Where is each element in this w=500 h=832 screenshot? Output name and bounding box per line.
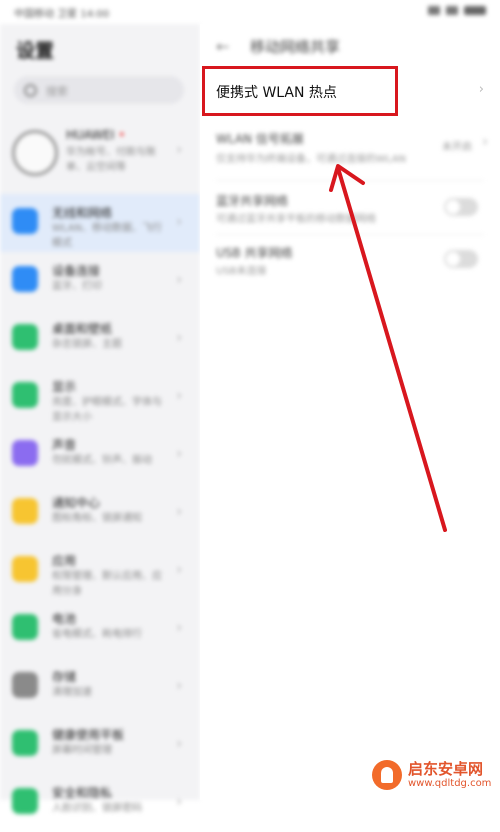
highlight-box (202, 66, 398, 116)
watermark-name: 启东安卓网 (408, 759, 484, 778)
status-icons (428, 6, 486, 15)
sidebar-item[interactable]: 显示亮度、护眼模式、字体与显示大小 › (0, 368, 200, 426)
sidebar-item-subtitle: 人脸识别、锁屏密码 (52, 803, 142, 814)
sidebar-item-subtitle: 蓝牙、打印 (52, 281, 102, 292)
back-arrow-icon[interactable]: ← (216, 37, 229, 56)
sidebar-item-subtitle: 权限管理、默认应用、应用分身 (52, 571, 162, 597)
battery-icon (464, 6, 486, 15)
sidebar-item[interactable]: 设备连接蓝牙、打印 › (0, 252, 200, 310)
row-title: USB 共享网络 (216, 246, 293, 260)
account-item[interactable]: HUAWEI • 华为帐号、付款与账单、云空间等 › (0, 120, 200, 186)
settings-category-icon (12, 672, 38, 698)
wifi-icon (446, 6, 458, 15)
sidebar-item[interactable]: 无线和网络 WLAN、移动数据、飞行模式 › (0, 194, 200, 252)
settings-category-icon (12, 440, 38, 466)
settings-category-icon (12, 614, 38, 640)
account-sub: 华为帐号、付款与账单、云空间等 (66, 147, 156, 173)
row-subtitle: USB未连接 (216, 266, 267, 277)
settings-category-icon (12, 730, 38, 756)
sidebar-item-title: 通知中心 (52, 496, 101, 510)
sidebar-item-subtitle: 图标角标、锁屏通知 (52, 513, 142, 524)
chevron-right-icon: › (176, 678, 182, 694)
chevron-right-icon: › (176, 794, 182, 810)
watermark-url: www.qdltdg.com (408, 777, 492, 789)
sidebar-item-title: 无线和网络 (52, 206, 113, 220)
settings-category-icon (12, 498, 38, 524)
chevron-right-icon: › (176, 504, 182, 520)
chevron-right-icon: › (176, 736, 182, 752)
sidebar-item[interactable]: 健康使用平板 屏幕时间管理 › (0, 716, 200, 774)
page-title: 设置 (16, 40, 55, 62)
row-value: 未开启 (442, 142, 472, 153)
sidebar-item-subtitle: 勿扰模式、铃声、振动 (52, 455, 152, 466)
sidebar-item[interactable]: 电池省电模式、耗电排行 › (0, 600, 200, 658)
chevron-right-icon: › (176, 446, 182, 462)
search-placeholder: 搜索 (46, 85, 68, 98)
sidebar-item[interactable]: 桌面和壁纸杂志锁屏、主题 › (0, 310, 200, 368)
sidebar-item[interactable]: 声音勿扰模式、铃声、振动 › (0, 426, 200, 484)
signal-icon (428, 6, 440, 15)
sidebar-item[interactable]: 应用权限管理、默认应用、应用分身 › (0, 542, 200, 600)
sidebar-item-subtitle: 屏幕时间管理 (52, 745, 112, 756)
status-bar: 中国移动 卫星 14:00 (0, 0, 500, 24)
detail-title: 移动网络共享 (250, 38, 341, 56)
settings-category-icon (12, 382, 38, 408)
search-input[interactable]: 搜索 (14, 76, 184, 104)
account-badge: • (118, 128, 126, 142)
row-subtitle: 可通过蓝牙共享平板的移动数据网络 (216, 214, 376, 225)
sidebar-item-title: 安全和隐私 (52, 786, 113, 800)
sidebar-item-title: 电池 (52, 612, 77, 626)
sidebar-item[interactable]: 安全和隐私人脸识别、锁屏密码 › (0, 774, 200, 832)
account-name: HUAWEI • (66, 128, 126, 142)
settings-category-icon (12, 324, 38, 350)
status-carrier: 中国移动 卫星 14:00 (14, 9, 110, 20)
chevron-right-icon: › (176, 272, 182, 288)
settings-category-icon (12, 556, 38, 582)
sidebar-item-title: 存储 (52, 670, 77, 684)
sidebar-item-title: 设备连接 (52, 264, 101, 278)
sidebar-item-subtitle: 杂志锁屏、主题 (52, 339, 122, 350)
usb-share-toggle[interactable] (444, 250, 478, 268)
sidebar-item-title: 健康使用平板 (52, 728, 125, 742)
sidebar-item-title: 显示 (52, 380, 77, 394)
bluetooth-share-row: 蓝牙共享网络 可通过蓝牙共享平板的移动数据网络 (200, 182, 500, 232)
watermark-logo-icon (372, 760, 402, 790)
chevron-right-icon: › (176, 562, 182, 578)
chevron-right-icon: › (482, 134, 488, 150)
sidebar-item-subtitle: 省电模式、耗电排行 (52, 629, 142, 640)
chevron-right-icon: › (478, 82, 484, 97)
detail-pane: ← 移动网络共享 便携式 WLAN 热点 › WLAN 信号拓展 仅支持华为终端… (200, 24, 500, 800)
settings-category-icon (12, 208, 38, 234)
sidebar-item-subtitle: WLAN、移动数据、飞行模式 (52, 223, 163, 249)
bluetooth-share-toggle[interactable] (444, 198, 478, 216)
sidebar-item[interactable]: 通知中心图标角标、锁屏通知 › (0, 484, 200, 542)
chevron-right-icon: › (176, 620, 182, 636)
settings-category-icon (12, 266, 38, 292)
sidebar-item-title: 声音 (52, 438, 77, 452)
settings-sidebar: 设置 搜索 HUAWEI • 华为帐号、付款与账单、云空间等 › 无线和网络 WL… (0, 24, 200, 814)
sidebar-item-subtitle: 清理加速 (52, 687, 92, 698)
row-subtitle: 仅支持华为终端设备，可通过连接的WLAN (216, 154, 407, 165)
chevron-right-icon: › (176, 214, 182, 230)
divider (216, 234, 484, 235)
watermark-text: 启东安卓网 www.qdltdg.com (408, 759, 492, 790)
sidebar-item-title: 应用 (52, 554, 77, 568)
wlan-extend-row[interactable]: WLAN 信号拓展 仅支持华为终端设备，可通过连接的WLAN 未开启 › (200, 120, 500, 178)
sidebar-item[interactable]: 存储清理加速 › (0, 658, 200, 716)
chevron-right-icon: › (176, 142, 182, 158)
sidebar-item-title: 桌面和壁纸 (52, 322, 113, 336)
row-title: 蓝牙共享网络 (216, 194, 289, 208)
usb-share-row: USB 共享网络 USB未连接 (200, 236, 500, 286)
chevron-right-icon: › (176, 388, 182, 404)
watermark: 启东安卓网 www.qdltdg.com (372, 760, 491, 790)
settings-category-icon (12, 788, 38, 814)
sidebar-item-subtitle: 亮度、护眼模式、字体与显示大小 (52, 397, 162, 423)
divider (216, 180, 484, 181)
avatar (12, 130, 58, 176)
row-title: WLAN 信号拓展 (216, 132, 304, 146)
search-icon (24, 84, 37, 97)
chevron-right-icon: › (176, 330, 182, 346)
detail-header: ← 移动网络共享 (200, 24, 500, 70)
